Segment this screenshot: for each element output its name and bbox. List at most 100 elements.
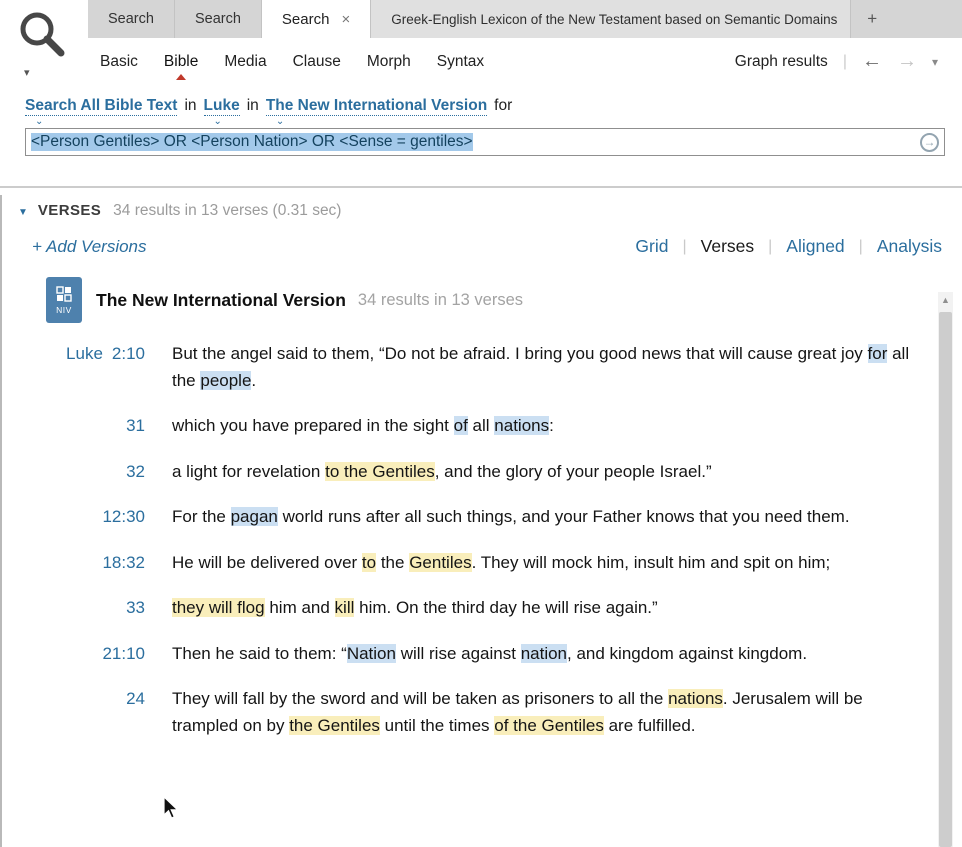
verse-reference[interactable]: 21:10 xyxy=(0,641,145,668)
verse-text: But the angel said to them, “Do not be a… xyxy=(172,341,928,394)
verse-number: 32 xyxy=(126,461,145,481)
verse-number: 12:30 xyxy=(102,507,145,526)
menu-item-syntax[interactable]: Syntax xyxy=(437,53,484,71)
view-switcher: Grid | Verses | Aligned | Analysis xyxy=(635,236,942,257)
scope-link-text: The New International Version xyxy=(265,97,488,114)
niv-resource-icon[interactable]: NIV xyxy=(46,277,82,323)
search-hit-blue: for xyxy=(867,344,888,363)
search-hit-yellow: Gentiles xyxy=(409,552,472,572)
active-item-marker-icon xyxy=(176,73,187,80)
verse-reference[interactable]: Luke 2:10 xyxy=(0,341,145,394)
tab-label: Greek-English Lexicon of the New Testame… xyxy=(391,11,838,27)
collapse-triangle-icon[interactable]: ▼ xyxy=(18,207,28,218)
verse-reference[interactable]: 24 xyxy=(0,686,145,739)
verse-text-segment: . xyxy=(251,370,257,390)
verse-book: Luke xyxy=(66,344,103,363)
verse-text-segment: . They will mock him, insult him and spi… xyxy=(471,552,831,572)
verse-reference[interactable]: 12:30 xyxy=(0,504,145,531)
menu-item-label: Morph xyxy=(366,52,411,70)
verse-text-segment: all xyxy=(467,416,495,435)
search-hit-yellow: the Gentiles xyxy=(289,715,380,735)
verse-row: 18:32 He will be delivered over to the Ge… xyxy=(0,550,962,577)
tab-1-search[interactable]: Search xyxy=(88,0,175,38)
menubar-divider: | xyxy=(842,52,847,70)
dropdown-caret-icon: ⌄ xyxy=(275,116,285,127)
search-query-text[interactable]: <Person Gentiles> OR <Person Nation> OR … xyxy=(31,133,473,151)
verse-row: 31 which you have prepared in the sight o… xyxy=(0,413,962,440)
verse-number: 24 xyxy=(126,689,145,708)
menu-item-morph[interactable]: Morph xyxy=(367,53,411,71)
tab-close-icon[interactable]: × xyxy=(341,11,350,28)
verse-number: 2:10 xyxy=(111,344,145,363)
search-hit-yellow: kill xyxy=(334,598,355,617)
search-hit-yellow: of the Gentiles xyxy=(494,715,604,735)
scrollbar-thumb[interactable] xyxy=(939,312,952,847)
verse-text-segment: are fulfilled. xyxy=(603,715,696,735)
menu-item-label: Syntax xyxy=(436,52,485,70)
verse-row: 12:30 For the pagan world runs after all … xyxy=(0,504,962,531)
verse-text-segment: , and the glory of your people Israel.” xyxy=(434,461,712,481)
view-aligned[interactable]: Aligned xyxy=(786,236,844,257)
version-name[interactable]: The New International Version xyxy=(96,290,346,311)
verse-list: Luke 2:10 But the angel said to them, “Do … xyxy=(0,341,962,739)
tab-label: Search xyxy=(194,11,241,27)
menu-item-clause[interactable]: Clause xyxy=(293,53,341,71)
history-dropdown-caret-icon[interactable]: ▾ xyxy=(932,55,938,69)
add-versions-link[interactable]: + Add Versions xyxy=(32,237,147,257)
menu-item-bible[interactable]: Bible xyxy=(164,53,198,80)
search-icon[interactable] xyxy=(16,8,68,65)
new-tab-button[interactable]: + xyxy=(851,0,893,38)
search-query-input[interactable]: <Person Gentiles> OR <Person Nation> OR … xyxy=(25,128,945,156)
view-separator: | xyxy=(682,237,687,255)
verse-number: 33 xyxy=(126,598,145,617)
scope-link-search-all-bible-text[interactable]: Search All Bible Text ⌄ xyxy=(25,97,178,127)
resource-glyph-icon xyxy=(56,285,72,302)
panel-menu-caret-icon[interactable]: ▾ xyxy=(24,66,30,79)
verse-row: 33 they will flog him and kill him. On th… xyxy=(0,595,962,622)
panel-left-border xyxy=(0,195,2,847)
dropdown-caret-icon: ⌄ xyxy=(35,116,44,127)
verse-text-segment: They will fall by the sword and will be … xyxy=(172,689,669,708)
view-analysis[interactable]: Analysis xyxy=(877,236,942,257)
verse-text-segment: But the angel said to them, “Do not be a… xyxy=(172,344,868,363)
view-verses[interactable]: Verses xyxy=(701,236,755,257)
view-grid[interactable]: Grid xyxy=(635,236,668,257)
verse-text: They will fall by the sword and will be … xyxy=(172,686,928,739)
search-scope-line: Search All Bible Text ⌄ in Luke ⌄ in The New I… xyxy=(25,97,962,127)
tab-2-search[interactable]: Search xyxy=(175,0,262,38)
scope-link-text: Luke xyxy=(203,97,240,114)
tab-3-search[interactable]: Search × xyxy=(261,0,372,38)
verse-text: they will flog him and kill him. On the … xyxy=(172,595,928,622)
search-hit-blue: of xyxy=(453,416,468,435)
verse-text-segment: him. On the third day he will rise again… xyxy=(354,598,658,617)
menu-item-basic[interactable]: Basic xyxy=(100,53,138,71)
version-results-summary: 34 results in 13 verses xyxy=(357,290,524,309)
vertical-scrollbar[interactable]: ▲ xyxy=(938,292,953,847)
verse-text: which you have prepared in the sight of … xyxy=(172,413,928,440)
verse-row: Luke 2:10 But the angel said to them, “Do … xyxy=(0,341,962,394)
tab-4-greek-english[interactable]: Greek-English Lexicon of the New Testame… xyxy=(371,0,852,38)
verse-text-segment: : xyxy=(549,416,554,435)
search-hit-yellow: nations xyxy=(668,689,723,708)
scope-link-luke[interactable]: Luke ⌄ xyxy=(203,97,240,127)
verse-number: 21:10 xyxy=(102,643,145,663)
verses-section-header: ▼ VERSES 34 results in 13 verses (0.31 s… xyxy=(18,202,962,220)
verse-reference[interactable]: 18:32 xyxy=(0,550,145,577)
scroll-up-arrow-icon[interactable]: ▲ xyxy=(938,292,953,308)
verse-reference[interactable]: 33 xyxy=(0,595,145,622)
search-hit-yellow: to xyxy=(361,552,377,572)
back-arrow-icon[interactable]: ← xyxy=(862,50,882,73)
verse-reference[interactable]: 32 xyxy=(0,459,145,486)
verses-section-label[interactable]: VERSES xyxy=(38,202,101,219)
search-hit-blue: people xyxy=(200,370,252,390)
tab-label: + xyxy=(867,9,878,28)
search-hit-yellow: to the Gentiles xyxy=(325,461,435,481)
forward-arrow-icon[interactable]: → xyxy=(897,50,917,73)
menu-item-media[interactable]: Media xyxy=(224,53,266,71)
verse-reference[interactable]: 31 xyxy=(0,413,145,440)
submit-search-button[interactable]: → xyxy=(920,133,939,152)
verse-number: 18:32 xyxy=(102,552,145,572)
scope-link-the-new-international-version[interactable]: The New International Version ⌄ xyxy=(265,97,488,127)
graph-results-button[interactable]: Graph results xyxy=(735,53,828,71)
scope-link-text: Search All Bible Text xyxy=(25,97,178,114)
